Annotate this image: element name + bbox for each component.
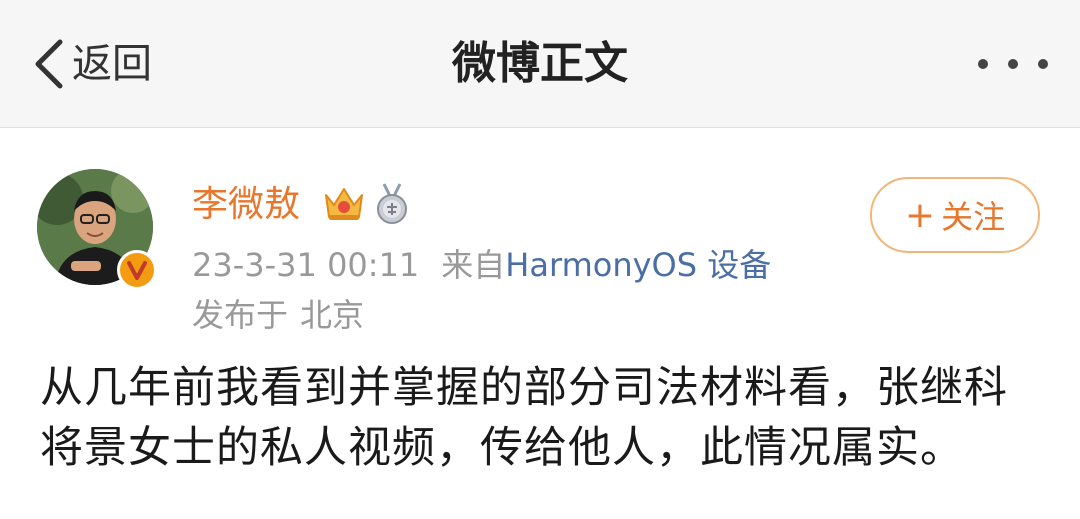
medal-icon (377, 183, 407, 224)
post-content: 从几年前我看到并掌握的部分司法材料看，张继科 将景女士的私人视频，传给他人，此情… (40, 358, 1050, 478)
post-meta: 23-3-31 00:11 来自HarmonyOS 设备 (192, 244, 771, 286)
crown-icon (325, 188, 363, 220)
source-link[interactable]: HarmonyOS 设备 (505, 246, 771, 284)
location-prefix: 发布于 (192, 296, 289, 334)
more-dots-icon[interactable] (978, 48, 1048, 80)
top-navbar: 返回 微博正文 (0, 0, 1080, 128)
post-location: 发布于 北京 (192, 294, 364, 336)
source-prefix: 来自 (441, 246, 506, 284)
page-title: 微博正文 (452, 38, 628, 89)
timestamp: 23-3-31 00:11 (192, 246, 420, 284)
content-line: 从几年前我看到并掌握的部分司法材料看，张继科 (40, 363, 1008, 413)
verified-v-icon (117, 250, 157, 290)
follow-label: 关注 (941, 198, 1006, 236)
location: 北京 (300, 296, 365, 334)
follow-button[interactable]: + 关注 (870, 177, 1040, 253)
plus-icon: + (904, 194, 936, 236)
author-name[interactable]: 李微敖 (192, 180, 300, 230)
content-line: 将景女士的私人视频，传给他人，此情况属实。 (40, 423, 964, 473)
